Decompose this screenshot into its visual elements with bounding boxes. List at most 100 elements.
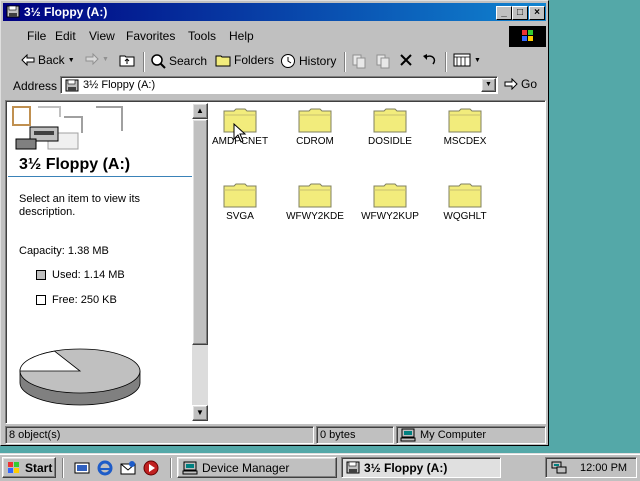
file-list: AMDPCNET CDROM DOSIDLE MSCDEX SVGA WFWY2KDE WF… bbox=[210, 103, 545, 421]
start-button[interactable]: Start bbox=[2, 457, 56, 478]
folder-label: DOSIDLE bbox=[368, 136, 412, 147]
clock: 12:00 PM bbox=[580, 462, 628, 474]
copy-to-icon bbox=[376, 54, 390, 69]
folder-label: WFWY2KDE bbox=[286, 211, 344, 222]
folder-item[interactable]: WFWY2KUP bbox=[354, 182, 426, 242]
folder-icon bbox=[298, 108, 332, 133]
history-button[interactable]: History bbox=[280, 53, 336, 69]
network-tray-icon[interactable] bbox=[551, 461, 567, 475]
move-to-button[interactable] bbox=[351, 53, 367, 69]
taskbar-separator bbox=[62, 458, 64, 478]
menu-edit[interactable]: Edit bbox=[55, 29, 76, 43]
search-button[interactable]: Search bbox=[150, 53, 207, 69]
up-folder-icon bbox=[119, 55, 135, 67]
folder-item[interactable]: DOSIDLE bbox=[354, 107, 426, 167]
toolbar-separator bbox=[143, 52, 145, 72]
window-title: 3½ Floppy (A:) bbox=[24, 5, 108, 19]
delete-button[interactable] bbox=[399, 53, 413, 67]
taskbar: Start Device Manager 3½ Floppy (A:) 12:0… bbox=[0, 453, 640, 481]
menu-file[interactable]: File bbox=[27, 29, 46, 43]
menu-tools[interactable]: Tools bbox=[188, 29, 216, 43]
address-dropdown-button[interactable]: ▼ bbox=[481, 78, 496, 92]
back-dropdown-icon: ▼ bbox=[67, 56, 75, 64]
folder-label: SVGA bbox=[226, 211, 254, 222]
free-swatch bbox=[36, 295, 46, 305]
folder-item[interactable]: MSCDEX bbox=[429, 107, 501, 167]
task-device-manager[interactable]: Device Manager bbox=[177, 457, 337, 478]
folders-button[interactable]: Folders bbox=[215, 53, 274, 67]
pane-description: Select an item to view its description. bbox=[19, 193, 141, 218]
mouse-cursor-icon bbox=[233, 123, 247, 143]
content-area: 3½ Floppy (A:) Select an item to view it… bbox=[5, 100, 546, 424]
toolbar-separator bbox=[445, 52, 447, 72]
floppy-icon bbox=[6, 5, 20, 18]
folder-label: WQGHLT bbox=[443, 211, 487, 222]
windows-logo bbox=[509, 26, 546, 47]
system-tray: 12:00 PM bbox=[545, 457, 637, 478]
views-icon bbox=[453, 53, 471, 67]
outlook-express-icon[interactable] bbox=[120, 460, 136, 476]
media-player-icon[interactable] bbox=[143, 460, 159, 476]
forward-arrow-icon bbox=[85, 53, 99, 65]
address-input[interactable]: 3½ Floppy (A:) ▼ bbox=[60, 76, 498, 94]
used-space: Used: 1.14 MB bbox=[36, 269, 125, 281]
show-desktop-icon[interactable] bbox=[74, 460, 90, 476]
folder-item[interactable]: SVGA bbox=[204, 182, 276, 242]
minimize-button[interactable]: _ bbox=[496, 6, 512, 20]
views-dropdown-icon: ▼ bbox=[474, 56, 481, 64]
maximize-button[interactable]: □ bbox=[512, 6, 528, 20]
task-floppy[interactable]: 3½ Floppy (A:) bbox=[341, 457, 501, 478]
up-folder-button[interactable] bbox=[119, 53, 135, 67]
forward-dropdown-icon: ▼ bbox=[102, 55, 109, 63]
floppy-icon bbox=[65, 79, 79, 92]
back-button[interactable]: Back ▼ bbox=[21, 53, 75, 67]
folder-icon bbox=[373, 108, 407, 133]
folders-icon bbox=[215, 55, 231, 67]
windows-flag-icon bbox=[522, 30, 533, 41]
folder-icon bbox=[448, 183, 482, 208]
move-to-icon bbox=[352, 54, 366, 69]
forward-button[interactable]: ▼ bbox=[85, 53, 109, 65]
used-swatch bbox=[36, 270, 46, 280]
taskbar-separator bbox=[170, 458, 172, 478]
views-button[interactable]: ▼ bbox=[453, 53, 481, 67]
folder-icon bbox=[298, 183, 332, 208]
close-button[interactable]: × bbox=[529, 6, 545, 20]
address-bar: Address 3½ Floppy (A:) ▼ Go bbox=[5, 75, 546, 97]
menu-help[interactable]: Help bbox=[229, 29, 254, 43]
capacity-text: Capacity: 1.38 MB bbox=[19, 245, 109, 257]
title-divider bbox=[8, 176, 192, 177]
copy-to-button[interactable] bbox=[375, 53, 391, 69]
address-value: 3½ Floppy (A:) bbox=[83, 79, 156, 91]
folder-label: CDROM bbox=[296, 136, 334, 147]
status-zone: My Computer bbox=[396, 426, 546, 444]
history-icon bbox=[281, 54, 295, 68]
floppy-drive-icon bbox=[12, 106, 123, 150]
menu-view[interactable]: View bbox=[89, 29, 115, 43]
folder-icon bbox=[448, 108, 482, 133]
status-objects: 8 object(s) bbox=[5, 426, 314, 444]
delete-icon bbox=[400, 54, 412, 66]
internet-explorer-icon[interactable] bbox=[97, 460, 113, 476]
folder-icon bbox=[373, 183, 407, 208]
title-bar[interactable]: 3½ Floppy (A:) _ □ × bbox=[3, 3, 546, 21]
folder-item[interactable]: WQGHLT bbox=[429, 182, 501, 242]
pane-title: 3½ Floppy (A:) bbox=[19, 156, 131, 173]
toolbar: Back ▼ ▼ Search Folders History ▼ bbox=[5, 48, 546, 74]
address-label: Address bbox=[13, 79, 58, 93]
web-view-pane: 3½ Floppy (A:) Select an item to view it… bbox=[8, 103, 192, 421]
device-manager-icon bbox=[182, 461, 198, 474]
scroll-down-button[interactable]: ▼ bbox=[192, 405, 208, 421]
folder-label: MSCDEX bbox=[443, 136, 487, 147]
undo-button[interactable] bbox=[422, 53, 438, 67]
status-bar: 8 object(s) 0 bytes My Computer bbox=[5, 426, 546, 444]
search-icon bbox=[151, 54, 166, 69]
go-arrow-icon bbox=[504, 78, 518, 90]
folder-icon bbox=[223, 183, 257, 208]
windows-flag-icon bbox=[8, 461, 19, 473]
disk-usage-pie bbox=[19, 348, 141, 406]
folder-item[interactable]: CDROM bbox=[279, 107, 351, 167]
go-button[interactable]: Go bbox=[504, 77, 537, 91]
menu-favorites[interactable]: Favorites bbox=[126, 29, 175, 43]
folder-item[interactable]: WFWY2KDE bbox=[279, 182, 351, 242]
